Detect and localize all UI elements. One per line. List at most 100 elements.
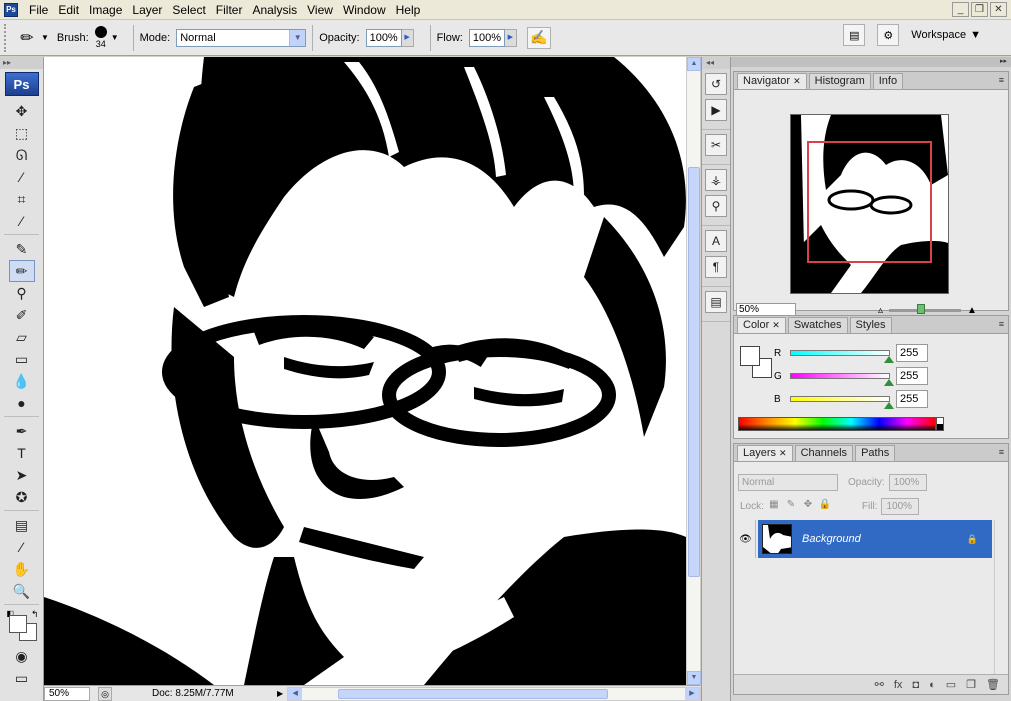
menu-window[interactable]: Window	[338, 0, 391, 20]
layer-row-background[interactable]: Background 🔒	[758, 520, 992, 558]
scroll-right-icon[interactable]: ▶	[685, 687, 699, 700]
blend-mode-select[interactable]: Normal	[738, 473, 838, 491]
healing-brush-tool-icon[interactable]: ✎	[9, 238, 35, 260]
channel-slider[interactable]	[790, 396, 894, 409]
scroll-up-icon[interactable]: ▲	[687, 57, 701, 71]
panel-column-collapse-icon[interactable]: ▸▸	[731, 57, 1011, 67]
hand-tool-icon[interactable]: ✋	[9, 558, 35, 580]
bridge-icon[interactable]: ⚙	[877, 24, 900, 46]
blur-tool-icon[interactable]: 💧	[9, 370, 35, 392]
close-tab-icon[interactable]: ✕	[772, 320, 780, 330]
layer-comps-panel-icon[interactable]: ▤	[705, 291, 727, 313]
slider-knob[interactable]	[884, 402, 894, 409]
menu-view[interactable]: View	[302, 0, 338, 20]
fill-input[interactable]: 100%	[881, 497, 920, 515]
zoom-tool-icon[interactable]: 🔍	[9, 580, 35, 602]
move-tool-icon[interactable]: ✥	[9, 100, 35, 122]
layer-mask-icon[interactable]: ◘	[912, 679, 919, 691]
lasso-tool-icon[interactable]: ᘏ	[9, 144, 35, 166]
pen-tool-icon[interactable]: ✒	[9, 420, 35, 442]
delete-layer-icon[interactable]: 🗑	[986, 678, 1000, 691]
lock-transparency-icon[interactable]: ▦	[767, 499, 781, 513]
menu-image[interactable]: Image	[84, 0, 127, 20]
close-tab-icon[interactable]: ✕	[793, 76, 801, 86]
magic-wand-tool-icon[interactable]: ⁄	[9, 166, 35, 188]
flow-input[interactable]: 100%	[468, 28, 505, 47]
airbrush-toggle-icon[interactable]: ✍	[526, 26, 551, 49]
channel-slider[interactable]	[790, 350, 894, 363]
layer-opacity-input[interactable]: 100%	[888, 473, 927, 491]
tab-navigator[interactable]: Navigator ✕	[737, 73, 807, 89]
shape-tool-icon[interactable]: ✪	[9, 486, 35, 508]
brushes-panel-icon[interactable]: ⚶	[705, 169, 727, 191]
scroll-left-icon[interactable]: ◀	[288, 687, 303, 700]
flow-slider-arrow-icon[interactable]: ▶	[504, 28, 517, 47]
status-info-icon[interactable]: ◎	[98, 686, 112, 701]
swap-colors-icon[interactable]: ↰	[31, 609, 39, 620]
marquee-tool-icon[interactable]: ⬚	[9, 122, 35, 144]
options-bar-grip[interactable]	[4, 23, 9, 52]
scroll-down-icon[interactable]: ▼	[687, 671, 701, 685]
adjustment-layer-icon[interactable]: ◐	[929, 679, 936, 691]
actions-panel-icon[interactable]: ▶	[705, 99, 727, 121]
current-tool-brush-icon[interactable]: ✏	[13, 25, 41, 51]
tab-color[interactable]: Color ✕	[737, 317, 786, 333]
photoshop-app-icon[interactable]: Ps	[4, 2, 18, 17]
clone-stamp-tool-icon[interactable]: ⚲	[9, 282, 35, 304]
vertical-scroll-thumb[interactable]	[688, 167, 700, 577]
workspace-menu-button[interactable]: Workspace ▼	[911, 29, 981, 41]
panel-menu-icon[interactable]: ≡	[999, 319, 1004, 329]
tab-layers[interactable]: Layers ✕	[737, 445, 793, 461]
navigator-view-box[interactable]	[807, 141, 932, 263]
tab-histogram[interactable]: Histogram	[808, 73, 871, 89]
brush-tool-icon[interactable]: ✏	[8, 260, 35, 282]
toolbox-header-grip[interactable]: ▸▸	[0, 57, 43, 69]
document-canvas[interactable]	[44, 57, 686, 685]
slider-knob[interactable]	[884, 356, 894, 363]
opacity-slider-arrow-icon[interactable]: ▶	[401, 28, 414, 47]
paragraph-panel-icon[interactable]: ¶	[705, 256, 727, 278]
screen-mode-icon[interactable]: ▭	[9, 667, 35, 689]
tab-styles[interactable]: Styles	[849, 317, 892, 333]
lock-position-icon[interactable]: ✥	[801, 499, 815, 513]
menu-filter[interactable]: Filter	[211, 0, 248, 20]
navigator-thumbnail[interactable]	[790, 114, 949, 294]
menu-edit[interactable]: Edit	[53, 0, 84, 20]
history-brush-tool-icon[interactable]: ✐	[9, 304, 35, 326]
color-spectrum-ramp[interactable]	[738, 417, 936, 431]
tool-preset-caret-icon[interactable]: ▼	[41, 33, 49, 42]
dodge-tool-icon[interactable]: ●	[9, 392, 35, 414]
new-group-icon[interactable]: ▭	[946, 678, 956, 691]
close-tab-icon[interactable]: ✕	[779, 448, 787, 458]
path-selection-tool-icon[interactable]: ➤	[9, 464, 35, 486]
eraser-tool-icon[interactable]: ▱	[9, 326, 35, 348]
palette-well-icon[interactable]: ▤	[843, 24, 866, 46]
mode-select[interactable]: Normal ▼	[176, 28, 307, 47]
crop-tool-icon[interactable]: ⌗	[9, 188, 35, 210]
zoom-level-field[interactable]: 50%	[44, 686, 90, 701]
lock-all-icon[interactable]: 🔒	[818, 499, 832, 513]
menu-select[interactable]: Select	[167, 0, 210, 20]
brush-picker-caret-icon[interactable]: ▼	[111, 33, 119, 42]
link-layers-icon[interactable]: ⚯	[875, 678, 884, 691]
tab-paths[interactable]: Paths	[855, 445, 896, 461]
layer-style-icon[interactable]: fx	[894, 679, 903, 691]
zoom-slider-knob[interactable]	[917, 303, 926, 314]
gradient-tool-icon[interactable]: ▭	[9, 348, 35, 370]
tool-presets-panel-icon[interactable]: ✂	[705, 134, 727, 156]
menu-file[interactable]: File	[24, 0, 53, 20]
close-button[interactable]: ✕	[990, 2, 1007, 17]
opacity-input[interactable]: 100%	[365, 28, 402, 47]
foreground-color-swatch[interactable]	[8, 615, 27, 633]
status-menu-arrow-icon[interactable]: ▶	[277, 689, 283, 698]
photoshop-logo[interactable]: Ps	[4, 72, 39, 96]
color-panel-foreground-swatch[interactable]	[740, 346, 760, 366]
lock-image-icon[interactable]: ✎	[784, 499, 798, 513]
new-layer-icon[interactable]: ❐	[966, 678, 976, 691]
menu-layer[interactable]: Layer	[127, 0, 167, 20]
layer-visibility-eye-icon[interactable]: 👁	[736, 520, 756, 558]
channel-value-input[interactable]: 255	[896, 367, 928, 385]
history-panel-icon[interactable]: ↺	[705, 73, 727, 95]
notes-tool-icon[interactable]: ▤	[9, 514, 35, 536]
horizontal-scroll-thumb[interactable]	[338, 688, 609, 699]
